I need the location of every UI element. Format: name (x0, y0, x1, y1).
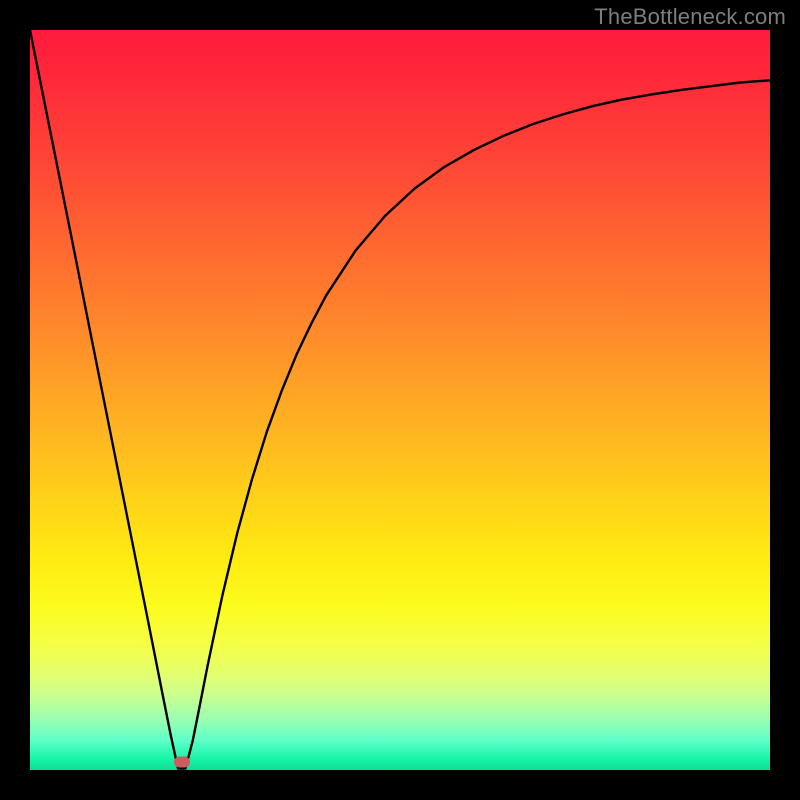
curve-svg (30, 30, 770, 770)
chart-frame: TheBottleneck.com (0, 0, 800, 800)
minimum-marker (174, 757, 190, 768)
bottleneck-curve (30, 30, 770, 769)
plot-area (30, 30, 770, 770)
watermark-text: TheBottleneck.com (594, 4, 786, 30)
